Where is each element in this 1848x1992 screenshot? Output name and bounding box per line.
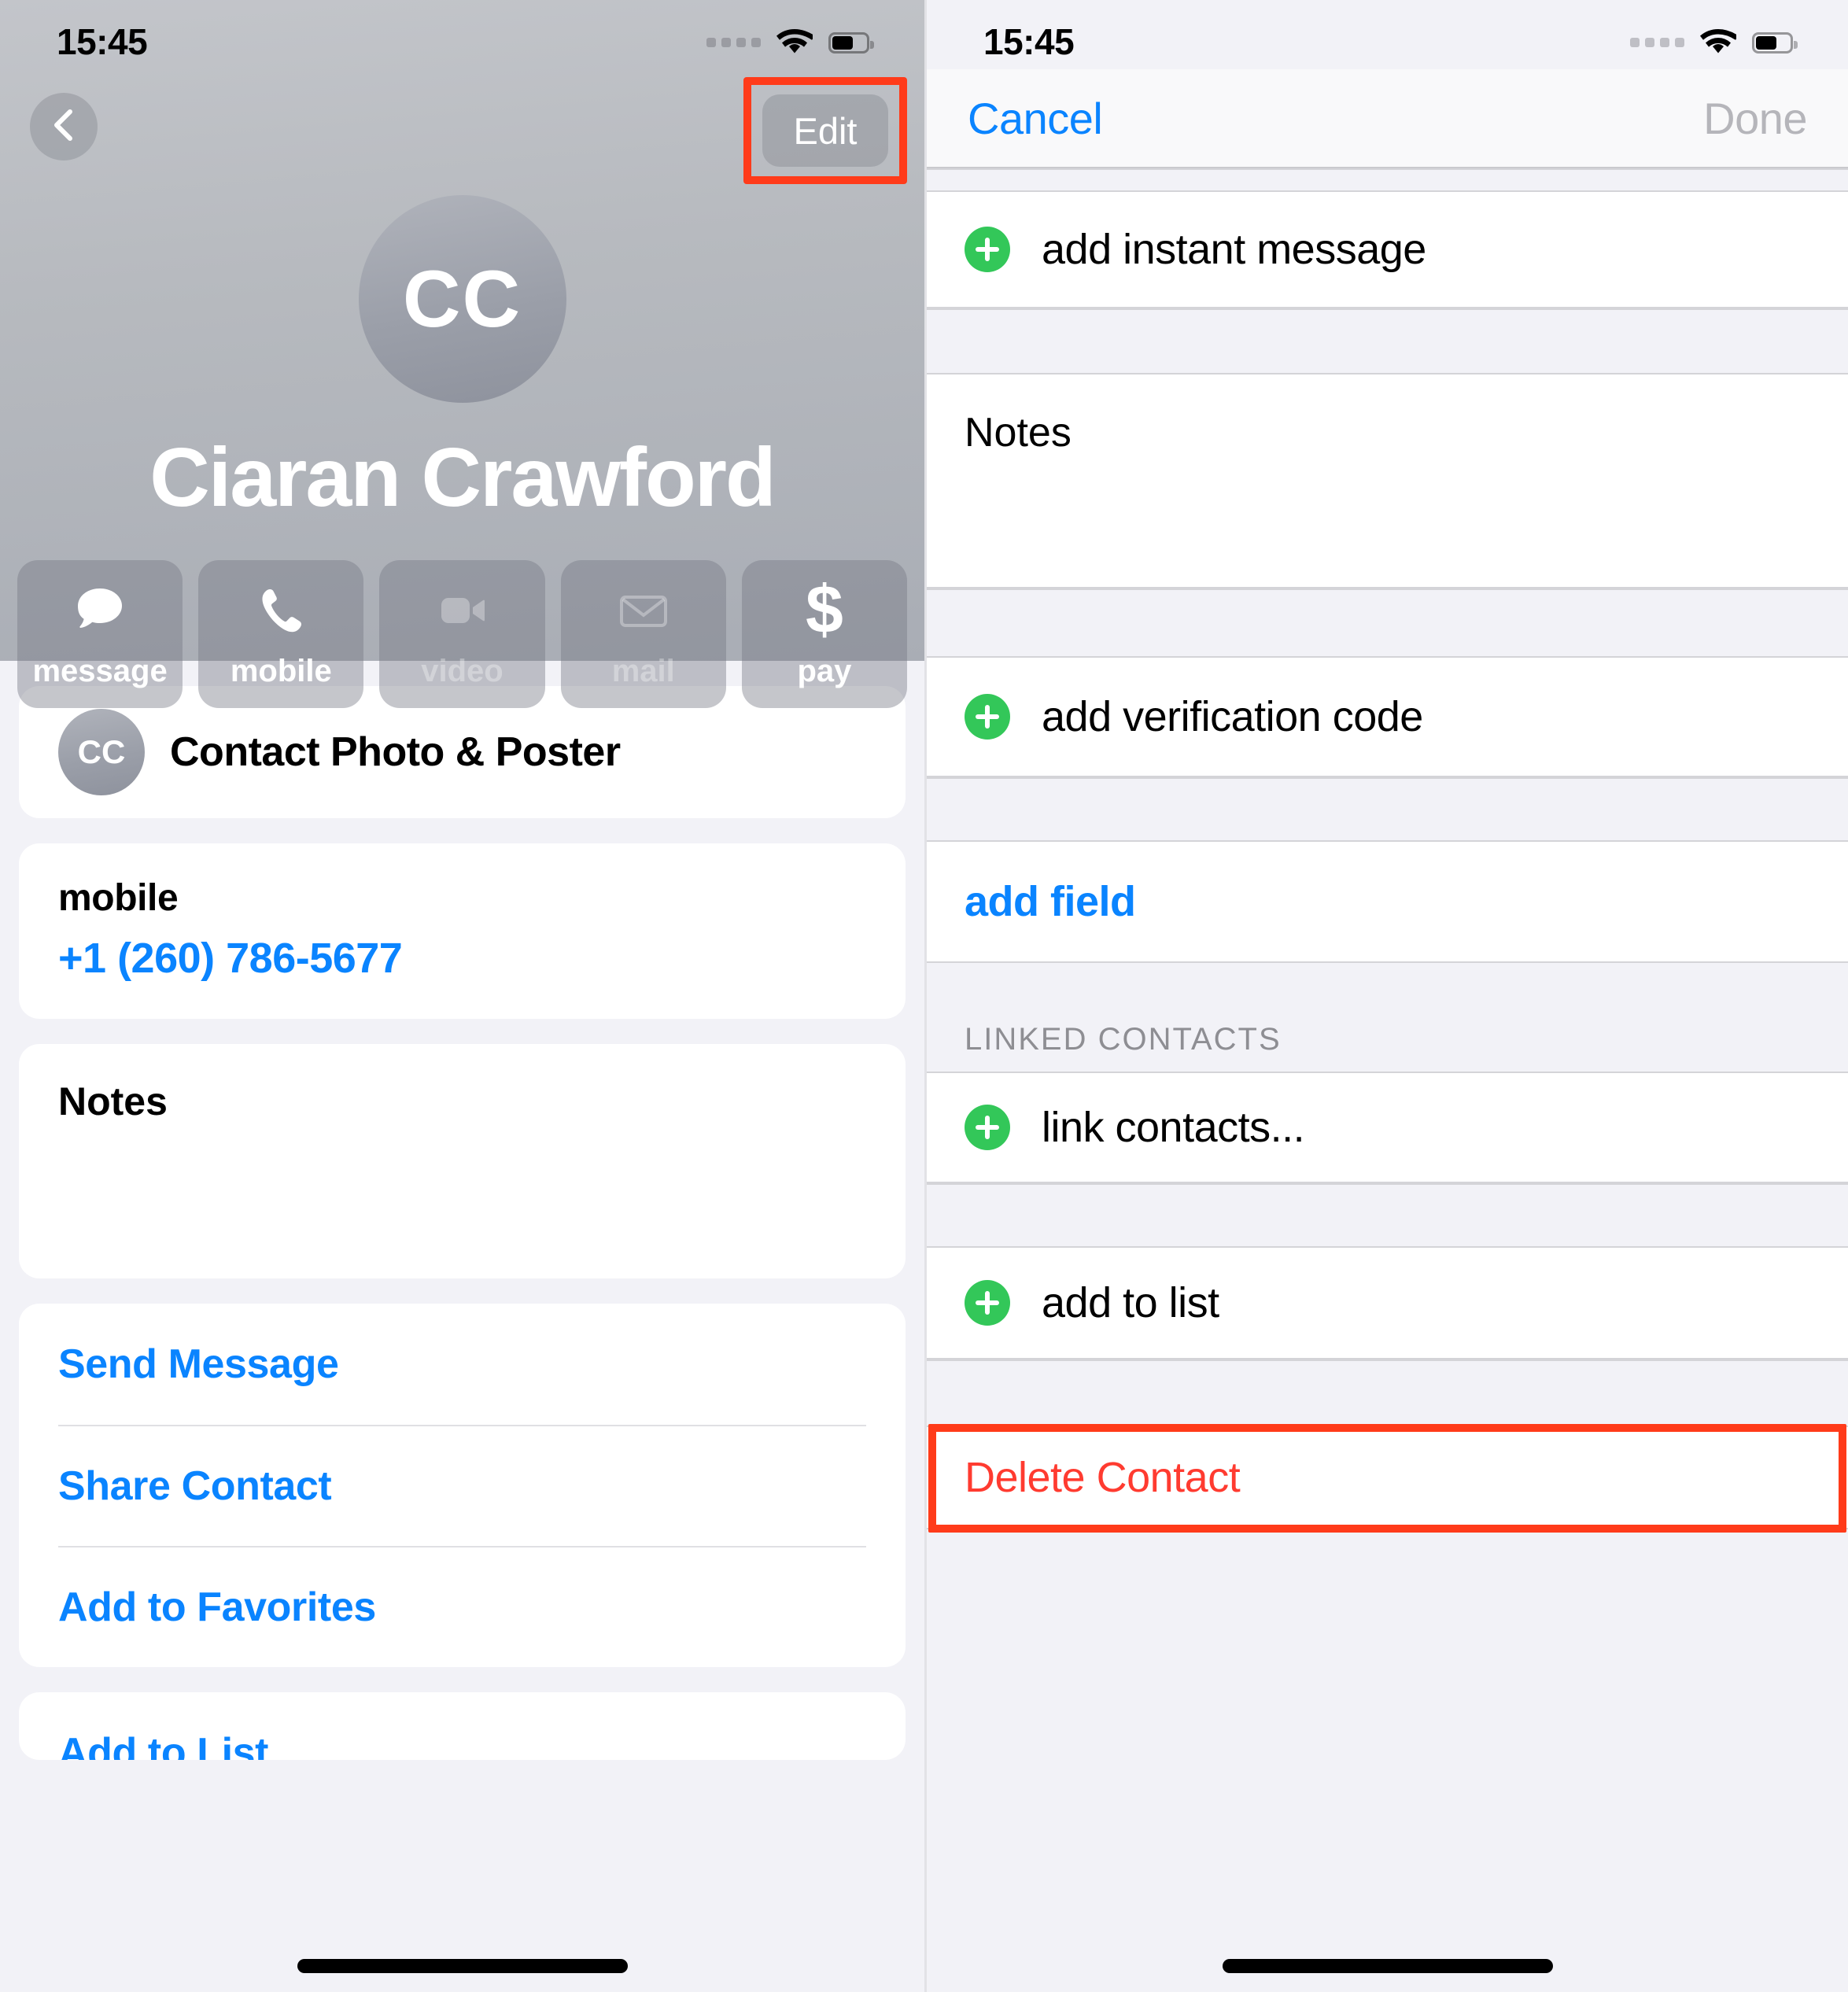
section-gap <box>927 1183 1848 1248</box>
contact-info-list: CC Contact Photo & Poster mobile +1 (260… <box>0 686 924 1760</box>
edit-button[interactable]: Edit <box>762 94 888 167</box>
hero-nav-bar: Edit <box>0 76 924 184</box>
contact-avatar: CC <box>358 195 566 403</box>
home-indicator-left <box>297 1959 628 1973</box>
quick-action-video[interactable]: video <box>379 560 545 708</box>
status-bar-time: 15:45 <box>57 21 148 62</box>
linked-contacts-header-label: LINKED CONTACTS <box>965 1022 1282 1057</box>
quick-action-pay[interactable]: $ pay <box>741 560 908 708</box>
battery-icon <box>828 31 874 53</box>
status-bar-time: 15:45 <box>983 21 1075 62</box>
link-contacts-row[interactable]: link contacts... <box>927 1072 1848 1183</box>
link-contacts-label: link contacts... <box>1042 1104 1305 1151</box>
quick-action-mail[interactable]: mail <box>560 560 726 708</box>
quick-action-label: video <box>421 653 503 688</box>
done-button[interactable]: Done <box>1703 93 1807 144</box>
add-instant-message-label: add instant message <box>1042 226 1426 273</box>
contact-actions-card-2: Add to List <box>19 1692 906 1760</box>
notes-label: Notes <box>58 1079 168 1123</box>
add-to-favorites-button[interactable]: Add to Favorites <box>58 1546 866 1667</box>
home-indicator-right <box>1222 1959 1553 1973</box>
contact-hero-header: 15:45 Edit CC Ciaran Crawford message mo… <box>0 0 924 708</box>
section-gap <box>927 308 1848 374</box>
section-gap <box>927 588 1848 658</box>
share-contact-button[interactable]: Share Contact <box>58 1425 866 1546</box>
envelope-icon <box>615 580 672 641</box>
add-instant-message-row[interactable]: add instant message <box>927 192 1848 308</box>
edit-nav-bar: Cancel Done <box>927 69 1848 168</box>
message-bubble-icon <box>72 580 128 641</box>
delete-contact-label: Delete Contact <box>965 1454 1241 1501</box>
linked-contacts-header: LINKED CONTACTS <box>927 963 1848 1072</box>
video-camera-icon <box>434 580 491 641</box>
add-to-list-row[interactable]: add to list <box>927 1248 1848 1359</box>
contact-detail-screen: 15:45 Edit CC Ciaran Crawford message mo… <box>0 0 924 1992</box>
phone-label: mobile <box>58 877 179 919</box>
quick-action-label: message <box>32 653 168 688</box>
status-bar-right: 15:45 <box>927 0 1848 76</box>
edit-button-highlight: Edit <box>743 77 907 184</box>
status-bar-indicators <box>706 29 874 56</box>
section-gap <box>927 777 1848 842</box>
add-field-label: add field <box>965 878 1136 925</box>
quick-action-mobile[interactable]: mobile <box>198 560 364 708</box>
battery-icon <box>1752 31 1798 53</box>
cellular-dots-icon <box>706 38 761 47</box>
contact-edit-screen: 15:45 Cancel Done add instant message No… <box>924 0 1848 1992</box>
cellular-dots-icon <box>1630 38 1684 47</box>
plus-icon <box>965 1280 1010 1326</box>
add-field-row[interactable]: add field <box>927 842 1848 963</box>
phone-field-card[interactable]: mobile +1 (260) 786-5677 <box>19 843 906 1019</box>
send-message-button[interactable]: Send Message <box>58 1304 866 1425</box>
delete-contact-wrapper: Delete Contact <box>927 1424 1848 1533</box>
contact-actions-card: Send Message Share Contact Add to Favori… <box>19 1304 906 1667</box>
add-verification-code-row[interactable]: add verification code <box>927 658 1848 777</box>
back-button[interactable] <box>30 93 98 160</box>
notes-field[interactable]: Notes <box>927 374 1848 588</box>
notes-label: Notes <box>965 410 1072 456</box>
dual-screenshot: 15:45 Edit CC Ciaran Crawford message mo… <box>0 0 1848 1992</box>
quick-action-label: mail <box>611 653 675 688</box>
section-gap <box>927 168 1848 192</box>
phone-icon <box>253 580 309 641</box>
delete-contact-row[interactable]: Delete Contact <box>927 1427 1848 1529</box>
wifi-icon <box>776 29 815 56</box>
dollar-sign-icon: $ <box>805 571 843 647</box>
plus-icon <box>965 1105 1010 1150</box>
section-gap <box>927 1359 1848 1427</box>
contact-name: Ciaran Crawford <box>149 431 776 524</box>
add-to-list-button[interactable]: Add to List <box>58 1692 866 1760</box>
back-chevron-icon <box>48 108 79 146</box>
phone-number[interactable]: +1 (260) 786-5677 <box>58 934 866 983</box>
notes-card[interactable]: Notes <box>19 1044 906 1278</box>
add-to-list-label: add to list <box>1042 1279 1219 1326</box>
quick-action-label: pay <box>797 653 852 688</box>
cancel-button[interactable]: Cancel <box>968 93 1103 144</box>
quick-actions-row: message mobile video mail $ pay <box>0 560 924 708</box>
add-verification-code-label: add verification code <box>1042 693 1423 740</box>
contact-photo-poster-label: Contact Photo & Poster <box>170 729 621 775</box>
plus-icon <box>965 227 1010 272</box>
quick-action-label: mobile <box>230 653 332 688</box>
plus-icon <box>965 694 1010 740</box>
quick-action-message[interactable]: message <box>17 560 183 708</box>
wifi-icon <box>1700 29 1739 56</box>
status-bar-indicators <box>1630 29 1798 56</box>
status-bar-left: 15:45 <box>0 0 924 76</box>
avatar: CC <box>58 709 145 795</box>
